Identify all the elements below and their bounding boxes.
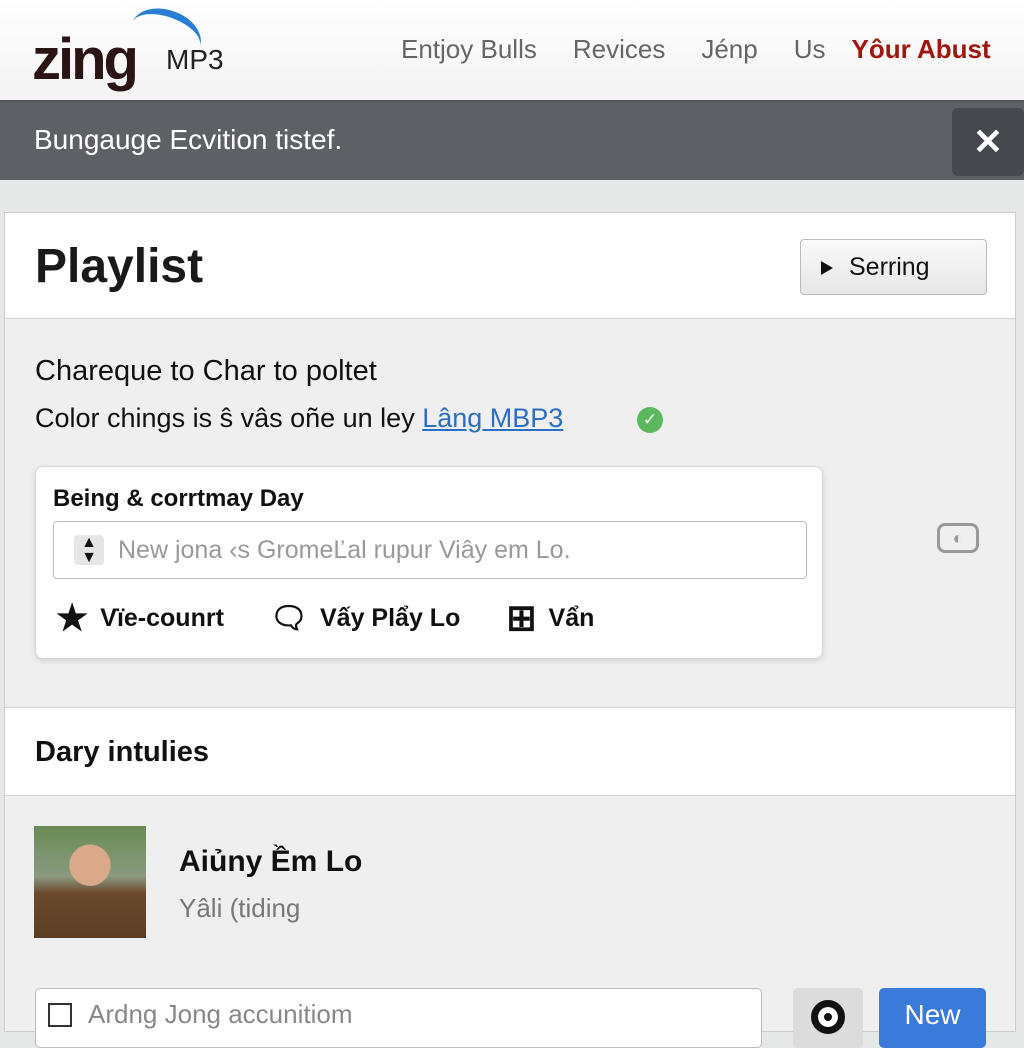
- info-link[interactable]: Lâng MBP3: [422, 403, 563, 433]
- close-icon[interactable]: ✕: [952, 108, 1024, 176]
- section-title: Dary intulies: [35, 736, 210, 768]
- check-icon: ✓: [637, 407, 663, 433]
- nav-item[interactable]: Jénp: [701, 34, 757, 64]
- avatar[interactable]: [34, 826, 146, 938]
- star-icon: ★: [56, 597, 89, 638]
- input-card: Being & corrtmay Day ▲ ▼ New jona ‹s Grom…: [35, 466, 823, 659]
- record-icon: [811, 1000, 845, 1034]
- info-heading: Chareque to Char to poltet: [35, 355, 377, 387]
- page-title: Playlist: [35, 240, 204, 293]
- user-name[interactable]: Aiủny Ềm Lo: [179, 845, 362, 879]
- logo-suffix: MP3: [166, 44, 224, 75]
- nav-item[interactable]: Revices: [573, 34, 665, 64]
- card-title: Being & corrtmay Day: [53, 485, 304, 512]
- daily-header: Dary intulies: [5, 707, 1015, 796]
- nav-item-active[interactable]: Yôur Abust: [852, 34, 991, 64]
- card-actions: ★ Vïe-counrt 🗨 Vấy Plẩy Lo ⊞ Vẩn: [56, 597, 640, 639]
- chart-icon: [48, 1003, 72, 1027]
- new-button[interactable]: New: [879, 988, 986, 1048]
- record-button[interactable]: [793, 988, 863, 1048]
- windows-icon: ⊞: [506, 597, 537, 638]
- bottom-input[interactable]: Ardng Jong accunitiom: [35, 988, 762, 1048]
- top-header: zing MP3 Entjoy Bulls Revices Jénp Us Yôur A…: [0, 0, 1024, 102]
- user-subtitle: Yâli (tiding: [179, 893, 301, 923]
- toggle-icon[interactable]: ◐: [937, 523, 979, 553]
- message-icon: 🗨: [269, 601, 308, 635]
- banner-text: Bungauge Ecvition tistef.: [34, 124, 343, 155]
- info-text-body: Color chings is ŝ vâs oñe un ley: [35, 403, 415, 433]
- action-label[interactable]: Vấy Plẩy Lo: [320, 604, 460, 633]
- play-button[interactable]: Serring: [800, 239, 987, 295]
- action-label[interactable]: Vïe-counrt: [100, 604, 224, 633]
- notification-banner: Bungauge Ecvition tistef. ✕: [0, 102, 1024, 180]
- action-label[interactable]: Vẩn: [549, 604, 595, 633]
- logo-text: zing: [32, 27, 139, 92]
- bottom-input-placeholder: Ardng Jong accunitiom: [88, 999, 353, 1029]
- nav-item[interactable]: Us: [794, 34, 826, 64]
- playlist-header: Playlist Serring: [5, 213, 1015, 319]
- play-button-label: Serring: [849, 253, 930, 281]
- sort-icon[interactable]: ▲ ▼: [74, 535, 104, 566]
- info-text: Color chings is ŝ vâs oñe un ley Lâng MB…: [35, 403, 563, 434]
- card-input[interactable]: ▲ ▼ New jona ‹s GromeĽal rupur Viây em Lo…: [53, 521, 807, 579]
- play-icon: [821, 261, 833, 275]
- playlist-panel: Playlist Serring Chareque to Char to pol…: [4, 212, 1016, 1048]
- main-nav: Entjoy Bulls Revices Jénp Us Yôur Abust: [401, 34, 991, 65]
- nav-item[interactable]: Entjoy Bulls: [401, 34, 537, 64]
- card-input-placeholder: New jona ‹s GromeĽal rupur Viây em Lo.: [118, 536, 571, 564]
